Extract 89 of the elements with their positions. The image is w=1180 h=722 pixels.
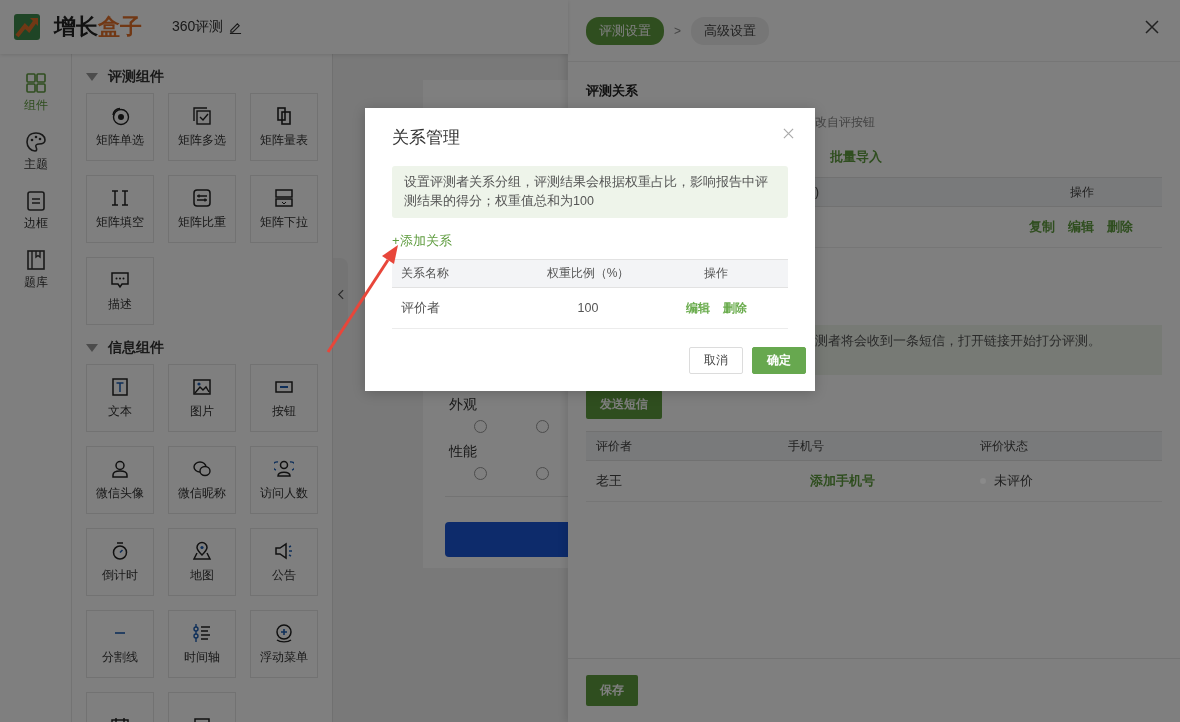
column-header: 手机号: [787, 437, 825, 455]
section-title: 评测组件: [108, 68, 164, 86]
table-cell-text: 评价者: [400, 299, 441, 317]
text-cursor-icon: [110, 187, 130, 208]
collapse-triangle-icon[interactable]: [86, 344, 98, 352]
component-card[interactable]: 微信昵称: [168, 446, 236, 514]
batch-import-link[interactable]: 批量导入: [830, 148, 882, 166]
comment-icon: [110, 269, 130, 290]
component-card[interactable]: 描述: [86, 257, 154, 325]
divider-line-icon: [115, 631, 125, 634]
section-title: 信息组件: [108, 339, 164, 357]
image-icon: [192, 376, 212, 397]
close-icon[interactable]: [783, 128, 794, 139]
component-card[interactable]: 浮动菜单: [250, 610, 318, 678]
close-icon[interactable]: [1145, 20, 1159, 34]
sidebar-item[interactable]: 组件: [17, 70, 54, 116]
component-card[interactable]: 矩阵多选: [168, 93, 236, 161]
question-label: 性能: [449, 443, 478, 461]
component-card[interactable]: 矩阵比重: [168, 175, 236, 243]
palette-icon: [24, 131, 47, 153]
component-card[interactable]: 图片: [168, 364, 236, 432]
radio-icon: [110, 105, 130, 126]
add-relation-link[interactable]: +添加关系: [392, 232, 452, 250]
plus-circle-icon: [274, 622, 294, 643]
column-header: 操作: [703, 265, 729, 282]
component-card[interactable]: 矩阵量表: [250, 93, 318, 161]
people-icon: [274, 458, 294, 479]
action-link[interactable]: 删除: [1107, 218, 1133, 236]
stopwatch-icon: [110, 540, 130, 561]
action-link[interactable]: 复制: [1029, 218, 1055, 236]
send-sms-button[interactable]: 发送短信: [586, 390, 662, 419]
add-phone-link[interactable]: 添加手机号: [810, 473, 875, 488]
component-card[interactable]: 分割线: [86, 610, 154, 678]
table-cell-text: 老王: [595, 472, 623, 490]
column-header: 权重比例（%）: [545, 265, 631, 282]
column-header: 操作: [1070, 183, 1094, 201]
column-header: ): [815, 185, 820, 199]
cancel-button[interactable]: 取消: [689, 347, 743, 374]
chat-bubbles-icon: [192, 458, 212, 479]
megaphone-icon: [274, 540, 294, 561]
confirm-button[interactable]: 确定: [752, 347, 806, 374]
component-card[interactable]: 微信头像: [86, 446, 154, 514]
component-card[interactable]: 访问人数: [250, 446, 318, 514]
component-card[interactable]: 时间轴: [168, 610, 236, 678]
step-tab[interactable]: 评测设置: [586, 16, 664, 45]
info-text: 设置评测者关系分组，评测结果会根据权重占比，影响报告中评测结果的得分；权重值总和为100: [404, 175, 768, 208]
save-button[interactable]: 保存: [586, 675, 638, 706]
edit-icon[interactable]: [229, 20, 243, 34]
action-link[interactable]: 删除: [722, 299, 747, 317]
component-card[interactable]: 按钮: [250, 364, 318, 432]
person-icon: [110, 458, 130, 479]
sidebar-item[interactable]: 边框: [17, 188, 54, 234]
breadcrumb-separator: >: [674, 23, 681, 38]
column-header: 评价状态: [979, 437, 1029, 455]
dialog-title: 关系管理: [392, 127, 461, 148]
collapse-tab[interactable]: [333, 258, 348, 330]
map-pin-icon: [192, 540, 212, 561]
logo-text: 增长盒子: [54, 13, 142, 41]
grid-icon: [24, 72, 47, 94]
component-card[interactable]: 矩阵单选: [86, 93, 154, 161]
column-header: 关系名称: [400, 265, 450, 282]
table-cell-text: 100: [576, 301, 600, 315]
action-link[interactable]: 编辑: [685, 299, 710, 317]
column-header: 评价者: [595, 437, 633, 455]
copy-icon: [274, 105, 294, 126]
sliders-icon: [192, 187, 212, 208]
checkbox-icon: [192, 105, 212, 126]
timeline-icon: [192, 622, 212, 643]
dropdown-icon: [274, 187, 294, 208]
action-link[interactable]: 编辑: [1068, 218, 1094, 236]
component-card[interactable]: 公告: [250, 528, 318, 596]
collapse-triangle-icon[interactable]: [86, 73, 98, 81]
book-icon: [24, 249, 47, 271]
survey-title: 360评测: [172, 18, 224, 36]
status-text: 未评价: [994, 472, 1033, 490]
question-label: 外观: [449, 396, 478, 414]
chevron-left-icon: [337, 288, 344, 300]
text-icon: [110, 376, 130, 397]
component-card[interactable]: 矩阵填空: [86, 175, 154, 243]
step-tab[interactable]: 高级设置: [691, 16, 769, 45]
frame-icon: [24, 190, 47, 212]
component-card[interactable]: 地图: [168, 528, 236, 596]
sidebar-item[interactable]: 主题: [17, 129, 54, 175]
logo-icon: [14, 14, 40, 40]
component-card[interactable]: 文本: [86, 364, 154, 432]
component-card[interactable]: 倒计时: [86, 528, 154, 596]
component-card[interactable]: 矩阵下拉: [250, 175, 318, 243]
sidebar-item[interactable]: 题库: [17, 247, 54, 293]
section-title: 评测关系: [586, 82, 639, 100]
